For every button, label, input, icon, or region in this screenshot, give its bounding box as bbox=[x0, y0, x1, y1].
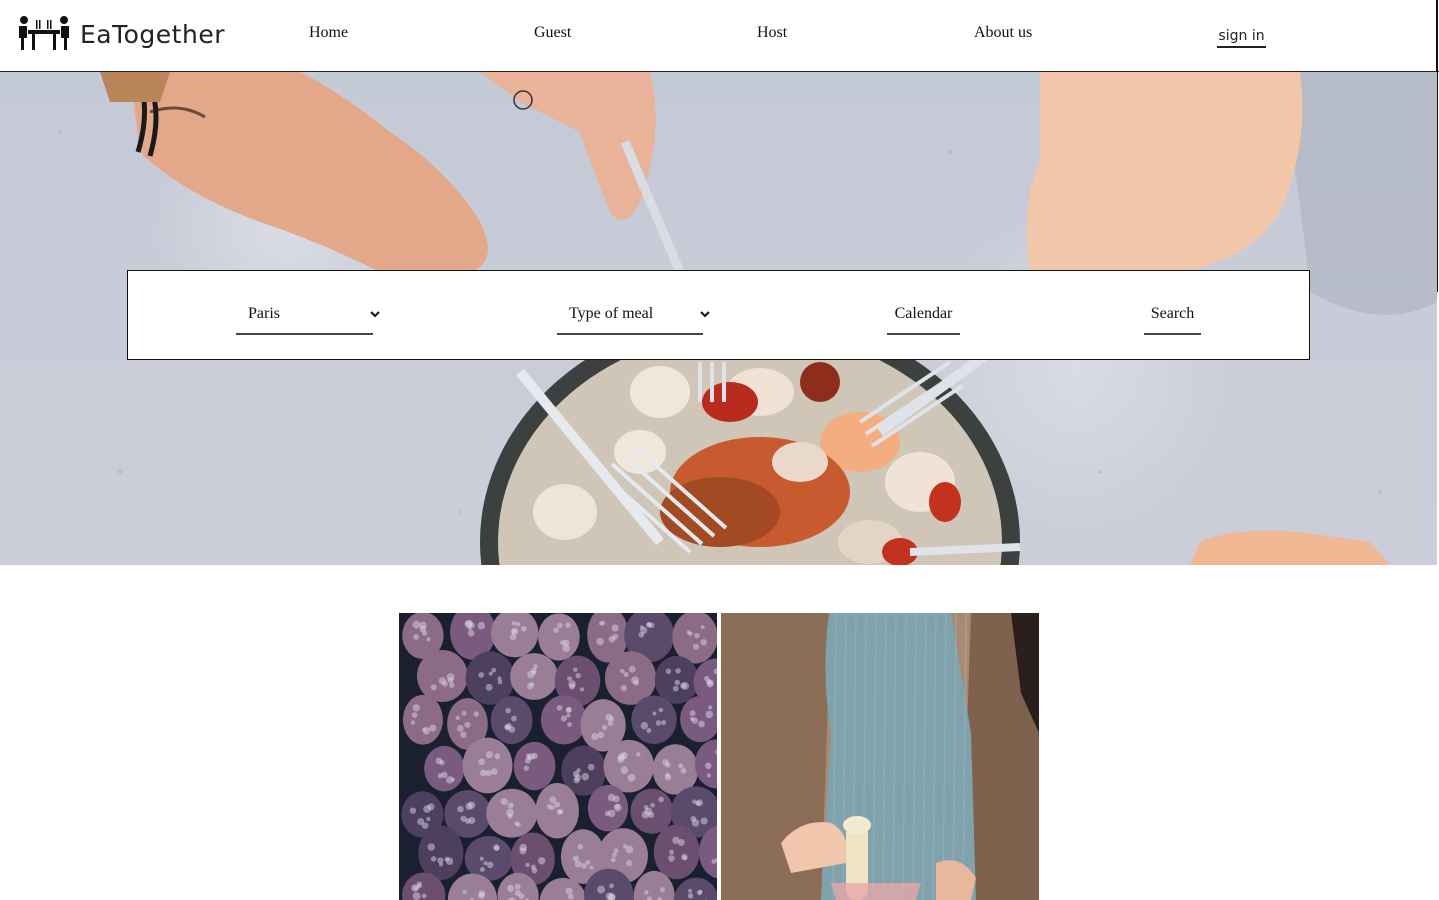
dining-table-people-icon bbox=[18, 15, 70, 53]
meal-type-select-value: Type of meal bbox=[569, 305, 654, 322]
calendar-button[interactable]: Calendar bbox=[887, 301, 960, 335]
search-bar: Paris Type of meal Calendar Search bbox=[127, 270, 1310, 360]
nav-home[interactable]: Home bbox=[309, 24, 348, 42]
sign-in-link[interactable]: sign in bbox=[1217, 28, 1266, 48]
search-button[interactable]: Search bbox=[1144, 301, 1201, 335]
city-select-value: Paris bbox=[248, 305, 280, 322]
gallery-tile-berries[interactable] bbox=[399, 613, 717, 900]
brand-logo[interactable]: EaTogether bbox=[18, 14, 225, 54]
brand-name: EaTogether bbox=[80, 19, 225, 49]
calendar-label: Calendar bbox=[894, 305, 953, 322]
site-header: EaTogether Home Guest Host About us sign… bbox=[0, 0, 1439, 72]
frozen-blackberries-photo bbox=[399, 613, 717, 900]
nav-guest[interactable]: Guest bbox=[534, 24, 571, 42]
city-select[interactable]: Paris bbox=[236, 301, 380, 335]
search-label: Search bbox=[1150, 305, 1195, 322]
hero-banner: Paris Type of meal Calendar Search bbox=[0, 72, 1437, 565]
person-in-apron-with-pestle-photo bbox=[721, 613, 1039, 900]
nav-about-us[interactable]: About us bbox=[974, 24, 1032, 42]
meal-type-select[interactable]: Type of meal bbox=[557, 301, 710, 335]
gallery-tile-cook[interactable] bbox=[721, 613, 1039, 900]
nav-host[interactable]: Host bbox=[757, 24, 787, 42]
